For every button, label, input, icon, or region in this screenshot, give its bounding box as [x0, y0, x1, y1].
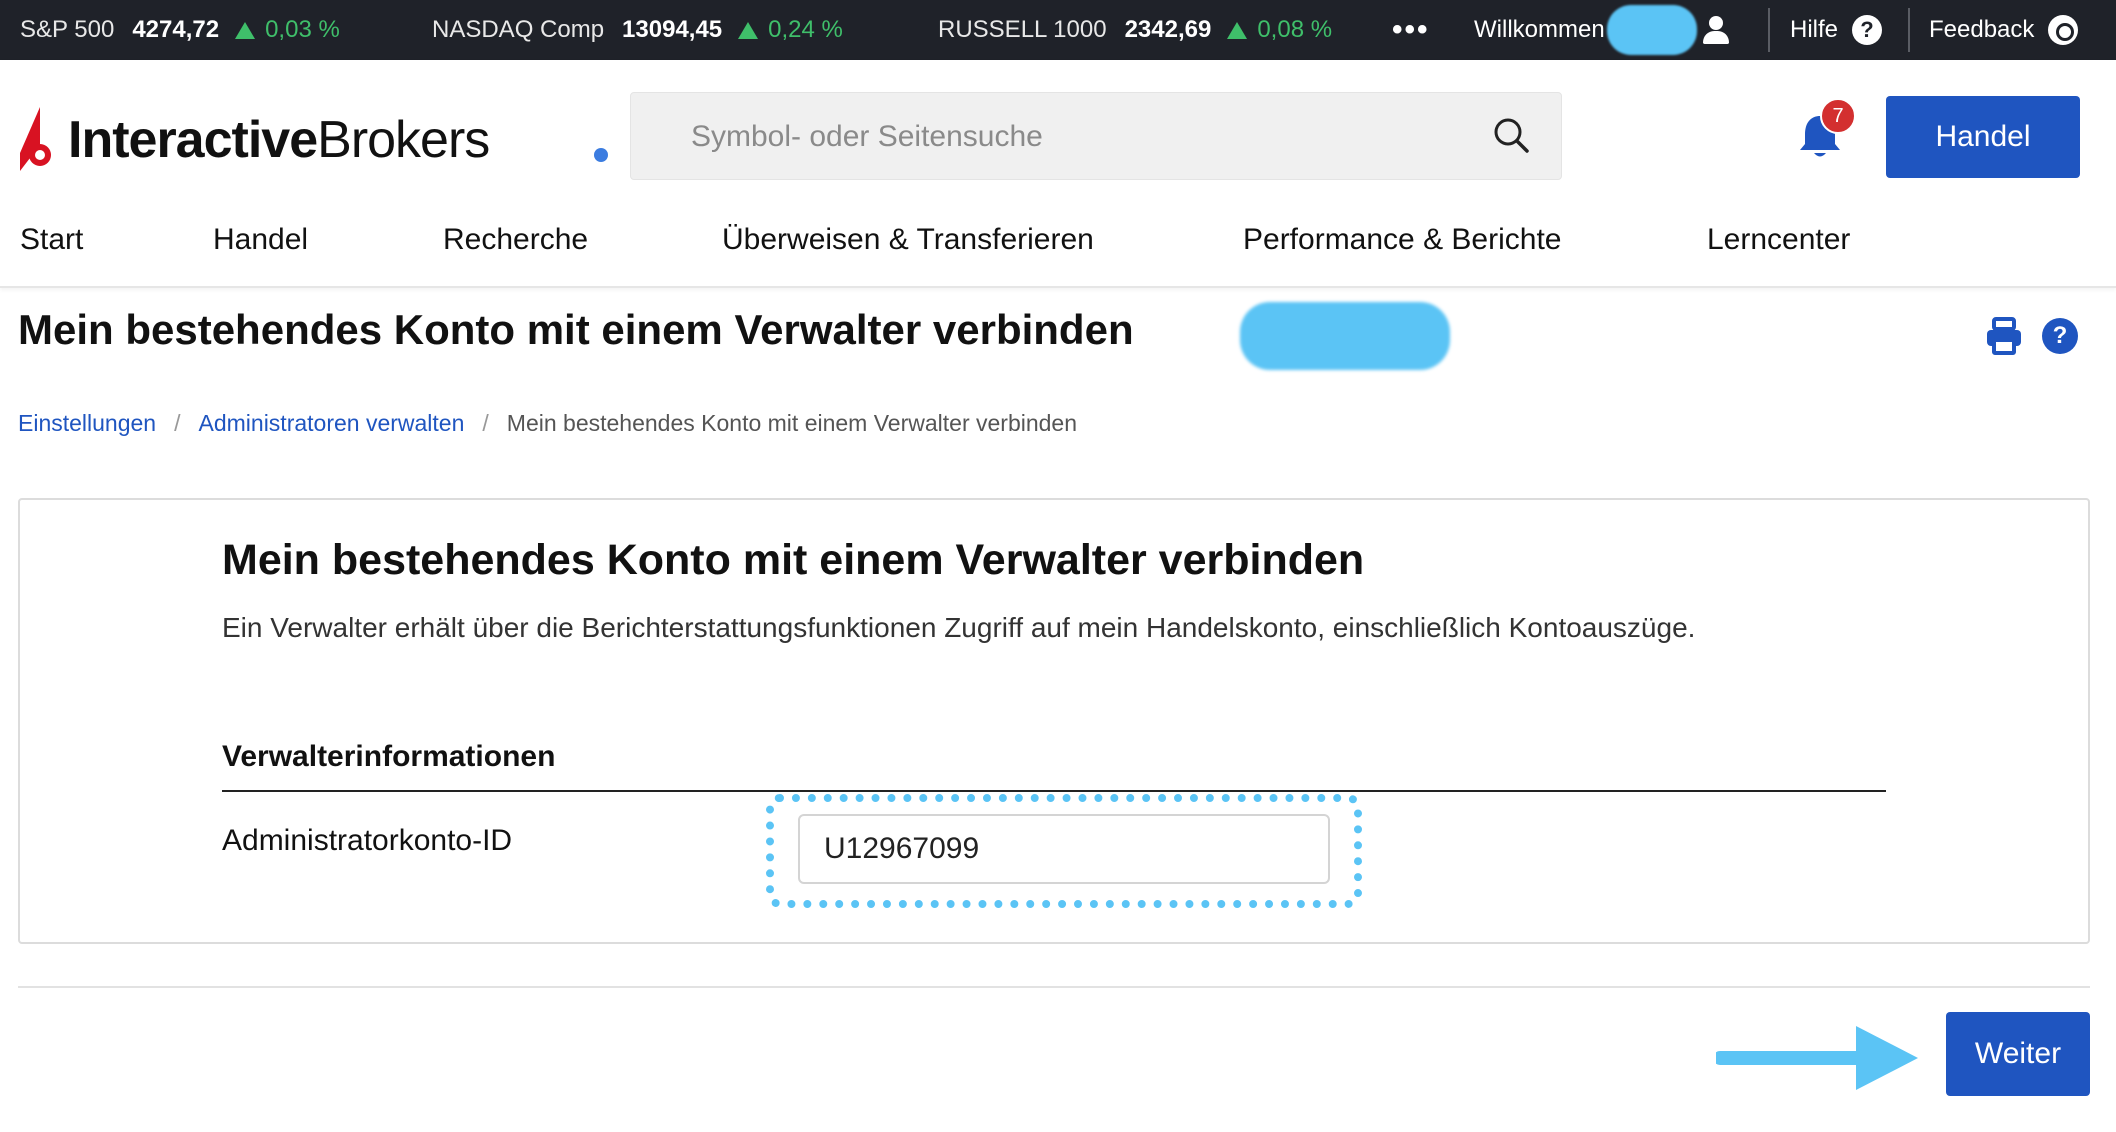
ticker-sp500[interactable]: S&P 500 4274,72 0,03 %	[20, 0, 340, 60]
card-title: Mein bestehendes Konto mit einem Verwalt…	[222, 536, 1365, 584]
admin-account-id-field[interactable]	[798, 814, 1330, 884]
user-icon	[1701, 14, 1731, 46]
section-divider	[222, 790, 1886, 792]
redacted-username	[1606, 5, 1697, 55]
page-title: Mein bestehendes Konto mit einem Verwalt…	[18, 306, 1134, 353]
section-heading: Verwalterinformationen	[222, 740, 556, 773]
user-menu[interactable]: Willkommen	[1474, 0, 1731, 60]
nav-item-learning[interactable]: Lerncenter	[1707, 210, 1850, 270]
new-indicator-dot	[594, 148, 608, 162]
welcome-label: Willkommen	[1474, 16, 1605, 43]
breadcrumb-separator: /	[174, 410, 181, 436]
nav-item-recherche[interactable]: Recherche	[443, 210, 588, 270]
help-icon[interactable]: ?	[2042, 318, 2078, 354]
annotation-arrow-icon	[1716, 1026, 1918, 1090]
search-box	[630, 92, 1562, 181]
more-tickers-button[interactable]: •••	[1392, 0, 1430, 60]
ticker-value: 2342,69	[1124, 16, 1212, 43]
ticker-change: 0,03 %	[235, 16, 340, 44]
up-arrow-icon	[235, 21, 256, 39]
feedback-link[interactable]: Feedback	[1929, 0, 2079, 60]
feedback-icon	[2048, 15, 2079, 45]
nav-item-reports[interactable]: Performance & Berichte	[1243, 210, 1561, 270]
notification-badge: 7	[1820, 98, 1856, 134]
interactive-brokers-logo[interactable]: InteractiveBrokers	[18, 100, 490, 180]
divider	[1768, 8, 1770, 52]
admin-account-id-label: Administratorkonto-ID	[222, 824, 513, 857]
ticker-change: 0,24 %	[738, 16, 843, 44]
card-description: Ein Verwalter erhält über die Berichters…	[222, 612, 1696, 643]
feedback-label: Feedback	[1929, 16, 2035, 43]
ticker-name: S&P 500	[20, 16, 115, 43]
trade-button[interactable]: Handel	[1886, 96, 2080, 178]
breadcrumb-separator: /	[482, 410, 489, 436]
up-arrow-icon	[738, 21, 759, 39]
logo-text: InteractiveBrokers	[68, 111, 490, 169]
ticker-nasdaq[interactable]: NASDAQ Comp 13094,45 0,24 %	[432, 0, 843, 60]
nav-item-handel[interactable]: Handel	[213, 210, 308, 270]
divider	[1908, 8, 1910, 52]
ticker-name: NASDAQ Comp	[432, 16, 605, 43]
breadcrumb: Einstellungen / Administratoren verwalte…	[18, 410, 1077, 437]
search-icon[interactable]	[1491, 115, 1531, 155]
next-button[interactable]: Weiter	[1946, 1012, 2090, 1096]
redacted-account-id	[1240, 302, 1450, 370]
logo-mark-icon	[20, 107, 51, 171]
footer-divider	[18, 986, 2090, 988]
main-nav: Start Handel Recherche Überweisen & Tran…	[0, 210, 2116, 270]
print-icon[interactable]	[1984, 316, 2024, 356]
ticker-value: 4274,72	[132, 16, 220, 43]
site-header: InteractiveBrokers 7 Handel Start Handel…	[0, 60, 2116, 288]
question-icon: ?	[1852, 15, 1883, 45]
breadcrumb-current: Mein bestehendes Konto mit einem Verwalt…	[506, 410, 1078, 436]
search-input[interactable]	[691, 93, 1471, 181]
link-advisor-card: Mein bestehendes Konto mit einem Verwalt…	[18, 498, 2090, 944]
nav-item-transfers[interactable]: Überweisen & Transferieren	[722, 210, 1094, 270]
ticker-russell[interactable]: RUSSELL 1000 2342,69 0,08 %	[938, 0, 1332, 60]
ticker-value: 13094,45	[622, 16, 723, 43]
nav-item-start[interactable]: Start	[20, 210, 83, 270]
up-arrow-icon	[1227, 21, 1248, 39]
help-menu[interactable]: Hilfe ?	[1790, 0, 1883, 60]
help-label: Hilfe	[1790, 16, 1839, 43]
ticker-change: 0,08 %	[1227, 16, 1332, 44]
breadcrumb-manage-admins[interactable]: Administratoren verwalten	[199, 410, 465, 437]
ticker-name: RUSSELL 1000	[938, 16, 1107, 43]
breadcrumb-settings[interactable]: Einstellungen	[18, 410, 156, 437]
market-ticker-bar: S&P 500 4274,72 0,03 % NASDAQ Comp 13094…	[0, 0, 2116, 60]
